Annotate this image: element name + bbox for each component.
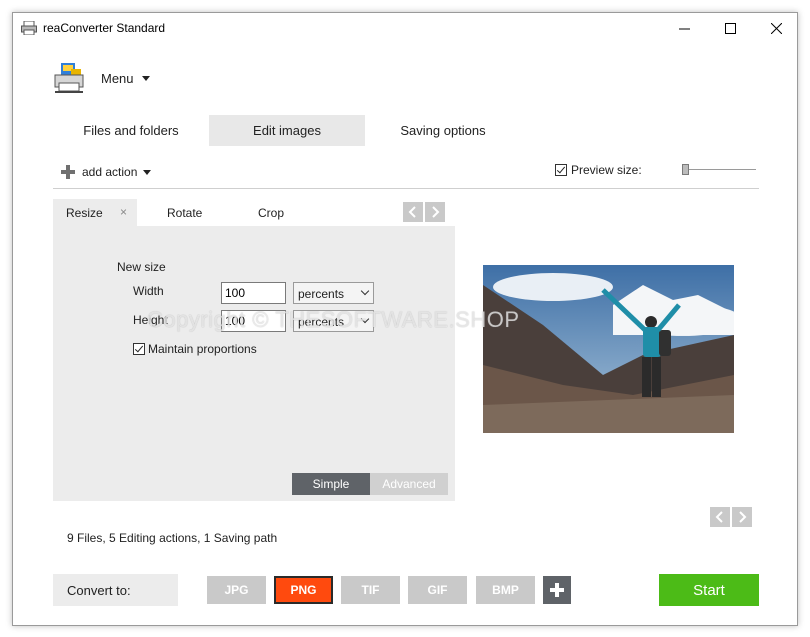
format-tif-button[interactable]: TIF	[341, 576, 400, 604]
subtab-resize-label: Resize	[66, 205, 103, 220]
mode-toggle: Simple Advanced	[292, 473, 448, 495]
preview-image	[483, 265, 734, 433]
maintain-proportions-checkbox[interactable]	[133, 343, 145, 355]
saving-paths-count[interactable]: 1 Saving path	[204, 531, 277, 545]
main-menu[interactable]: Menu	[53, 61, 150, 95]
format-jpg-button[interactable]: JPG	[207, 576, 266, 604]
chevron-right-icon	[432, 206, 440, 218]
minimize-icon	[678, 28, 690, 29]
resize-form: New size Width percents Height percents …	[53, 226, 455, 501]
chevron-down-icon	[360, 286, 370, 296]
action-bar: add action Preview size:	[53, 159, 759, 189]
preview-next-button[interactable]	[732, 507, 752, 527]
preview-size-checkbox[interactable]	[555, 164, 567, 176]
preview-prev-button[interactable]	[710, 507, 730, 527]
add-action-button[interactable]: add action	[61, 163, 152, 181]
add-format-button[interactable]	[543, 576, 571, 604]
bottom-bar: Convert to: JPG PNG TIF GIF BMP Start	[53, 574, 759, 606]
slider-thumb[interactable]	[682, 164, 689, 175]
edit-action-tabs: Resize × Rotate Crop	[53, 199, 455, 226]
format-gif-button[interactable]: GIF	[408, 576, 467, 604]
plus-icon	[550, 583, 564, 597]
next-action-button[interactable]	[425, 202, 445, 222]
app-window: reaConverter Standard Menu Files and fol…	[12, 12, 798, 626]
prev-action-button[interactable]	[403, 202, 423, 222]
add-action-label: add action	[82, 165, 138, 179]
tab-edit-images[interactable]: Edit images	[209, 115, 365, 146]
new-size-label: New size	[117, 260, 166, 274]
tab-saving-options[interactable]: Saving options	[365, 115, 521, 146]
files-count[interactable]: 9 Files,	[67, 531, 106, 545]
format-png-button[interactable]: PNG	[274, 576, 333, 604]
chevron-down-icon	[141, 75, 150, 81]
convert-to-label: Convert to:	[53, 574, 178, 606]
width-label: Width	[133, 284, 164, 298]
maintain-proportions-label: Maintain proportions	[148, 342, 257, 356]
height-input[interactable]	[221, 310, 286, 332]
preview-size-label: Preview size:	[571, 163, 642, 177]
subtab-crop[interactable]: Crop	[258, 199, 284, 226]
advanced-mode-button[interactable]: Advanced	[370, 473, 448, 495]
preview-nav	[710, 507, 752, 527]
start-button[interactable]: Start	[659, 574, 759, 606]
preview-size-toggle[interactable]: Preview size:	[555, 163, 642, 177]
chevron-down-icon	[360, 314, 370, 324]
close-button[interactable]	[753, 13, 799, 43]
width-unit-value: percents	[298, 287, 345, 301]
maximize-button[interactable]	[707, 13, 753, 43]
minimize-button[interactable]	[661, 13, 707, 43]
preview-size-slider[interactable]	[682, 164, 756, 175]
format-bmp-button[interactable]: BMP	[476, 576, 535, 604]
tab-files-and-folders[interactable]: Files and folders	[53, 115, 209, 146]
width-input[interactable]	[221, 282, 286, 304]
height-label: Height	[133, 313, 168, 327]
editing-actions-count[interactable]: 5 Editing actions,	[109, 531, 200, 545]
width-unit-select[interactable]: percents	[293, 282, 374, 304]
simple-mode-button[interactable]: Simple	[292, 473, 370, 495]
chevron-down-icon	[143, 169, 152, 175]
chevron-left-icon	[408, 206, 416, 218]
app-logo-icon	[54, 63, 84, 93]
maximize-icon	[724, 22, 736, 34]
edit-panel: Resize × Rotate Crop New size Width perc…	[53, 199, 455, 501]
chevron-left-icon	[715, 511, 723, 523]
chevron-right-icon	[739, 511, 747, 523]
menu-label: Menu	[101, 70, 134, 86]
main-tabs: Files and folders Edit images Saving opt…	[53, 115, 521, 146]
plus-icon	[61, 165, 75, 179]
maintain-proportions-toggle[interactable]: Maintain proportions	[133, 342, 257, 356]
close-icon	[770, 22, 782, 34]
title-bar: reaConverter Standard	[13, 13, 797, 43]
subtab-resize[interactable]: Resize ×	[53, 199, 137, 226]
app-printer-icon	[21, 21, 37, 35]
height-unit-value: percents	[298, 315, 345, 329]
subtab-nav	[403, 202, 445, 222]
subtab-rotate[interactable]: Rotate	[167, 199, 202, 226]
window-title: reaConverter Standard	[43, 21, 166, 35]
close-icon[interactable]: ×	[120, 205, 127, 219]
status-summary: 9 Files, 5 Editing actions, 1 Saving pat…	[67, 531, 277, 545]
height-unit-select[interactable]: percents	[293, 310, 374, 332]
